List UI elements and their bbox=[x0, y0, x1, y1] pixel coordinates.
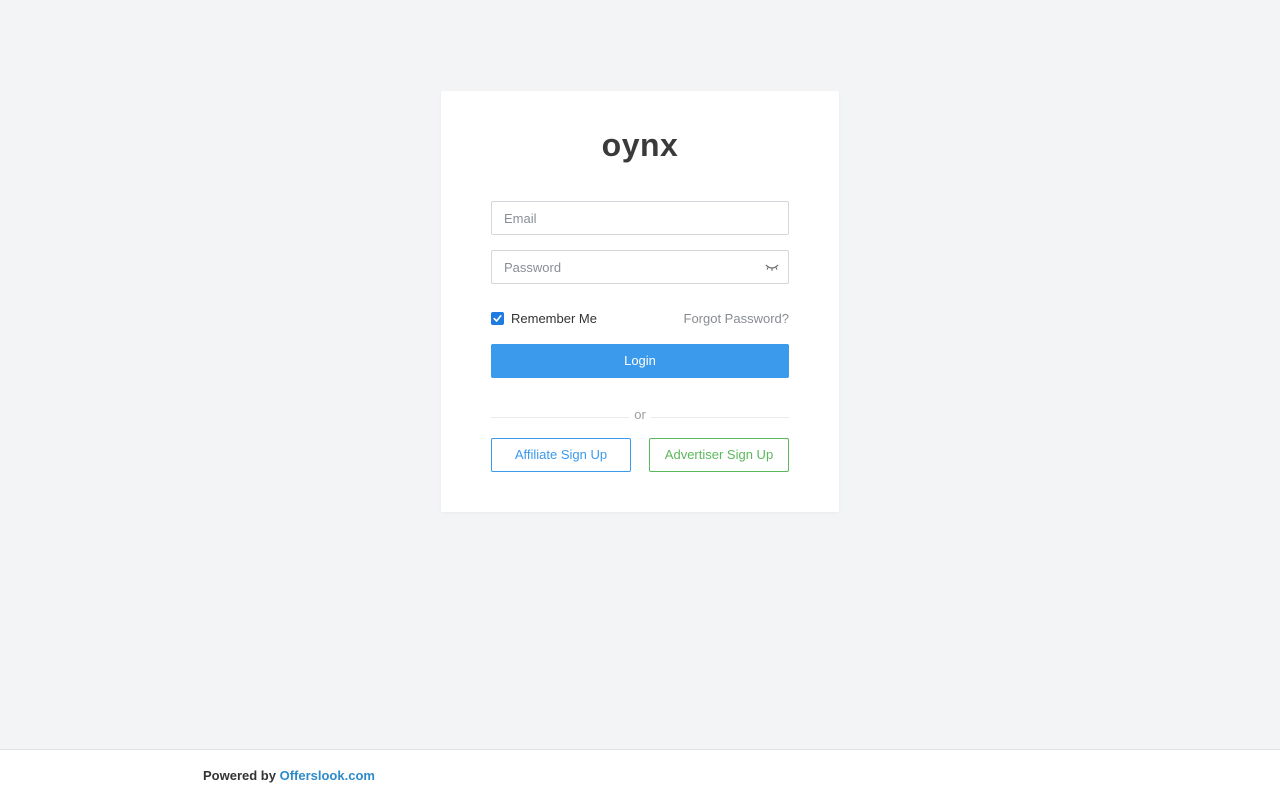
footer: Powered by Offerslook.com bbox=[0, 749, 1280, 800]
login-options-row: Remember Me Forgot Password? bbox=[491, 311, 789, 329]
affiliate-signup-button[interactable]: Affiliate Sign Up bbox=[491, 438, 631, 472]
login-page: oynx Remember bbox=[0, 0, 1280, 800]
check-icon[interactable] bbox=[491, 312, 504, 325]
footer-credit: Powered by Offerslook.com bbox=[203, 768, 375, 783]
email-input[interactable] bbox=[492, 202, 788, 234]
email-field-wrapper bbox=[491, 201, 789, 235]
divider-label: or bbox=[634, 407, 646, 422]
password-field-wrapper bbox=[491, 250, 789, 284]
remember-me-label: Remember Me bbox=[511, 311, 597, 326]
forgot-password-link[interactable]: Forgot Password? bbox=[684, 311, 790, 326]
offerslook-link[interactable]: Offerslook.com bbox=[280, 768, 375, 783]
advertiser-signup-button[interactable]: Advertiser Sign Up bbox=[649, 438, 789, 472]
or-divider: or bbox=[491, 407, 789, 423]
password-input[interactable] bbox=[492, 251, 788, 283]
brand-title: oynx bbox=[601, 127, 679, 163]
eye-closed-icon[interactable] bbox=[764, 260, 780, 274]
login-button[interactable]: Login bbox=[491, 344, 789, 378]
powered-by-label: Powered by bbox=[203, 768, 276, 783]
divider-line-right bbox=[651, 417, 789, 418]
login-card: oynx Remember bbox=[441, 91, 839, 512]
remember-me-checkbox[interactable]: Remember Me bbox=[491, 311, 597, 326]
